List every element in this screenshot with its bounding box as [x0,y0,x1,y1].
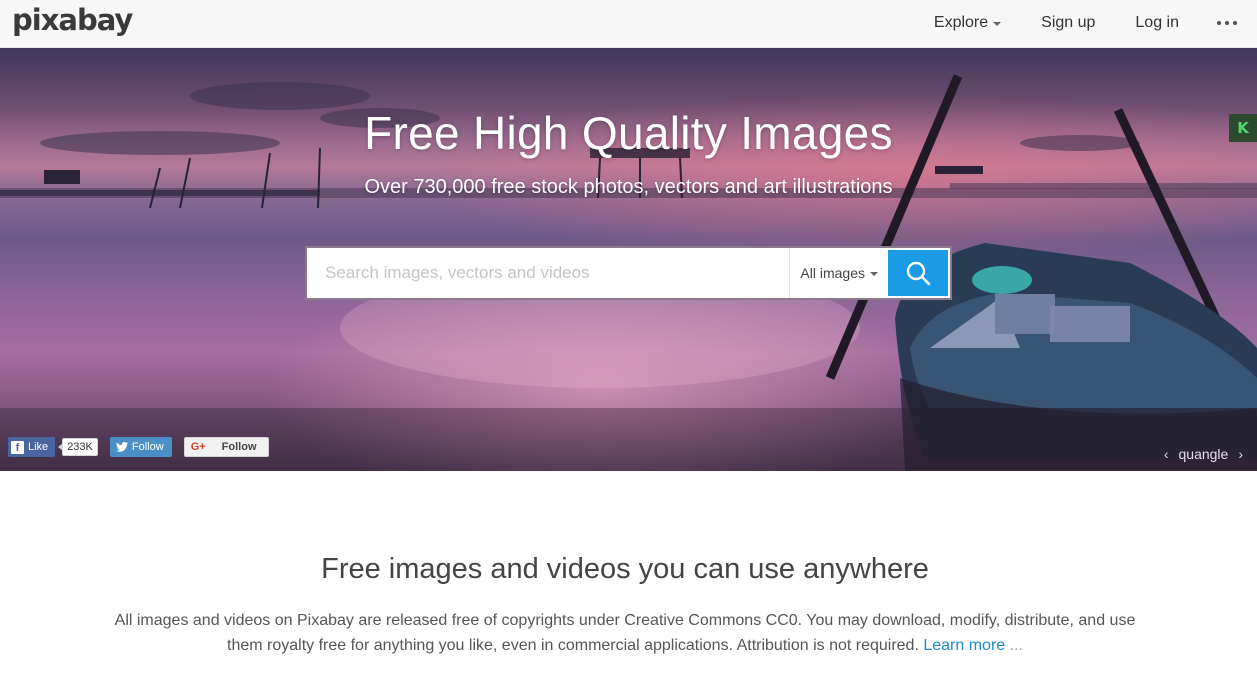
nav-explore-label: Explore [933,14,989,31]
top-header: pixabay Explore Sign up Log in [0,0,1257,48]
more-options-icon[interactable] [1217,15,1237,31]
search-form: All images [305,246,952,300]
nav-signup[interactable]: Sign up [1041,14,1095,32]
search-input[interactable] [307,248,790,298]
twitter-icon [115,442,128,452]
nav-explore[interactable]: Explore [933,14,1002,32]
facebook-like-label: Like [28,441,49,453]
media-type-select[interactable]: All images [790,248,888,298]
pixabay-logo[interactable]: pixabay [12,3,133,37]
google-plus-follow-label: Follow [221,441,257,453]
hero-banner: Free High Quality Images Over 730,000 fr… [0,48,1257,471]
facebook-icon: f [11,440,24,454]
search-icon [906,261,931,286]
next-photo-arrow[interactable]: › [1238,446,1243,462]
intro-title: Free images and videos you can use anywh… [321,553,929,585]
chevron-down-icon [870,272,878,276]
search-button[interactable] [888,250,948,296]
top-nav: Explore Sign up Log in [934,0,1257,46]
browser-extension-badge[interactable]: K [1229,114,1257,142]
social-buttons: f Like 233K Follow G+ Follow [8,437,269,457]
twitter-follow-button[interactable]: Follow [109,437,172,457]
intro-text: All images and videos on Pixabay are rel… [110,608,1140,658]
hero-subtitle: Over 730,000 free stock photos, vectors … [364,176,893,198]
hero-title: Free High Quality Images [364,107,893,159]
facebook-like-button[interactable]: f Like [8,437,56,457]
learn-more-link[interactable]: Learn more [923,637,1005,654]
ellipsis: ... [1009,637,1023,654]
photo-credit: ‹ quangle › [1164,446,1243,462]
nav-login[interactable]: Log in [1135,14,1179,32]
google-plus-icon: G+ [190,441,206,453]
chevron-down-icon [993,22,1002,26]
facebook-like-count: 233K [58,438,98,456]
google-plus-follow-button[interactable]: G+ Follow [183,437,269,457]
media-type-label: All images [800,265,865,281]
twitter-follow-label: Follow [131,441,164,453]
photo-author-link[interactable]: quangle [1179,446,1229,462]
previous-photo-arrow[interactable]: ‹ [1164,446,1169,462]
